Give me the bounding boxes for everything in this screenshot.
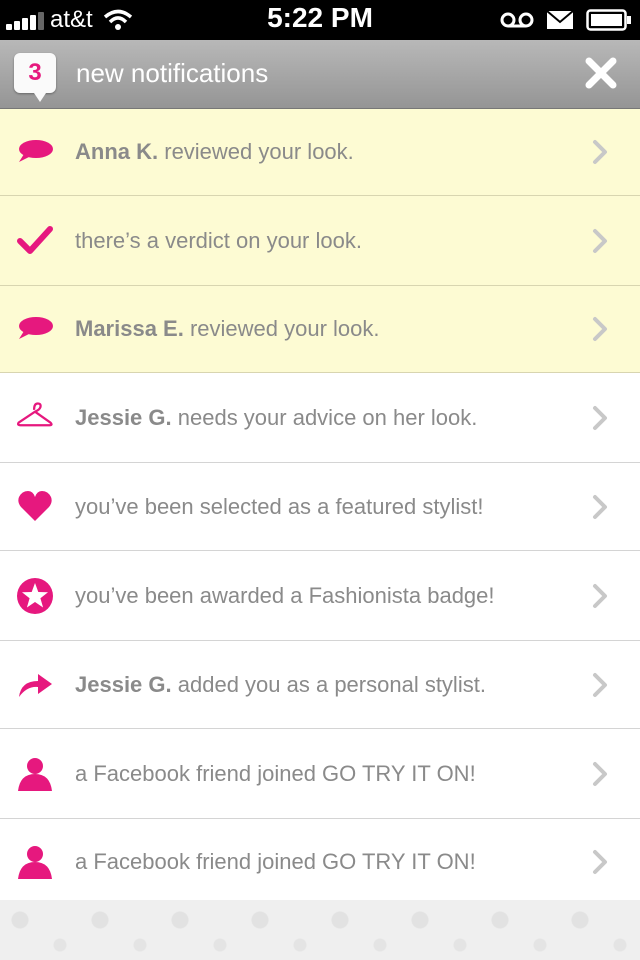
notification-text: you’ve been selected as a featured styli… (75, 494, 483, 520)
notification-row[interactable]: you’ve been selected as a featured styli… (0, 463, 640, 551)
notification-message: a Facebook friend joined GO TRY IT ON! (75, 849, 476, 874)
notification-message: reviewed your look. (183, 316, 380, 341)
chevron-right-icon (592, 316, 608, 342)
person-icon (16, 843, 54, 881)
notification-text: there’s a verdict on your look. (75, 228, 362, 254)
notification-message: needs your advice on her look. (171, 405, 478, 430)
checkmark-icon (16, 222, 54, 260)
notification-text: Marissa E. reviewed your look. (75, 316, 380, 342)
notification-user-name: Jessie G. (75, 405, 172, 430)
hanger-icon (16, 399, 54, 437)
speech-bubble-icon (16, 310, 54, 348)
chevron-right-icon (592, 228, 608, 254)
notification-row[interactable]: a Facebook friend joined GO TRY IT ON! (0, 819, 640, 906)
close-icon[interactable] (582, 54, 620, 92)
status-bar: at&t 5:22 PM (0, 0, 640, 40)
notification-text: Anna K. reviewed your look. (75, 139, 354, 165)
notification-text: Jessie G. added you as a personal stylis… (75, 672, 486, 698)
chevron-right-icon (592, 761, 608, 787)
notification-message: you’ve been awarded a Fashionista badge! (75, 583, 495, 608)
chevron-right-icon (592, 494, 608, 520)
chevron-right-icon (592, 583, 608, 609)
notification-row[interactable]: you’ve been awarded a Fashionista badge! (0, 551, 640, 641)
star-badge-icon (16, 577, 54, 615)
battery-icon (586, 9, 631, 31)
chevron-right-icon (592, 405, 608, 431)
status-right (488, 6, 632, 34)
chevron-right-icon (592, 849, 608, 875)
notification-row[interactable]: Jessie G. added you as a personal stylis… (0, 641, 640, 729)
speech-bubble-icon (16, 133, 54, 171)
notification-text: a Facebook friend joined GO TRY IT ON! (75, 849, 476, 875)
notification-list: Anna K. reviewed your look. there’s a ver… (0, 109, 640, 906)
notification-text: Jessie G. needs your advice on her look. (75, 405, 477, 431)
notification-message: added you as a personal stylist. (171, 672, 486, 697)
notification-text: a Facebook friend joined GO TRY IT ON! (75, 761, 476, 787)
notification-message: reviewed your look. (158, 139, 354, 164)
background-pattern (0, 900, 640, 960)
notification-count-badge: 3 (14, 53, 56, 102)
notifications-header: 3 new notifications (0, 40, 640, 109)
chevron-right-icon (592, 672, 608, 698)
voicemail-icon (500, 12, 534, 28)
notification-row[interactable]: Jessie G. needs your advice on her look. (0, 373, 640, 463)
notification-row[interactable]: there’s a verdict on your look. (0, 196, 640, 286)
notification-row[interactable]: a Facebook friend joined GO TRY IT ON! (0, 729, 640, 819)
notification-message: a Facebook friend joined GO TRY IT ON! (75, 761, 476, 786)
notification-row[interactable]: Anna K. reviewed your look. (0, 109, 640, 196)
header-title: new notifications (76, 58, 269, 88)
person-icon (16, 755, 54, 793)
notification-row[interactable]: Marissa E. reviewed your look. (0, 286, 640, 373)
heart-icon (16, 488, 54, 526)
share-arrow-icon (16, 666, 54, 704)
chevron-right-icon (592, 139, 608, 165)
notification-message: there’s a verdict on your look. (75, 228, 362, 253)
notification-user-name: Marissa E. (75, 316, 184, 341)
mail-icon (546, 10, 574, 29)
notification-user-name: Anna K. (75, 139, 159, 164)
notification-text: you’ve been awarded a Fashionista badge! (75, 583, 495, 609)
notification-message: you’ve been selected as a featured styli… (75, 494, 484, 519)
notification-user-name: Jessie G. (75, 672, 172, 697)
